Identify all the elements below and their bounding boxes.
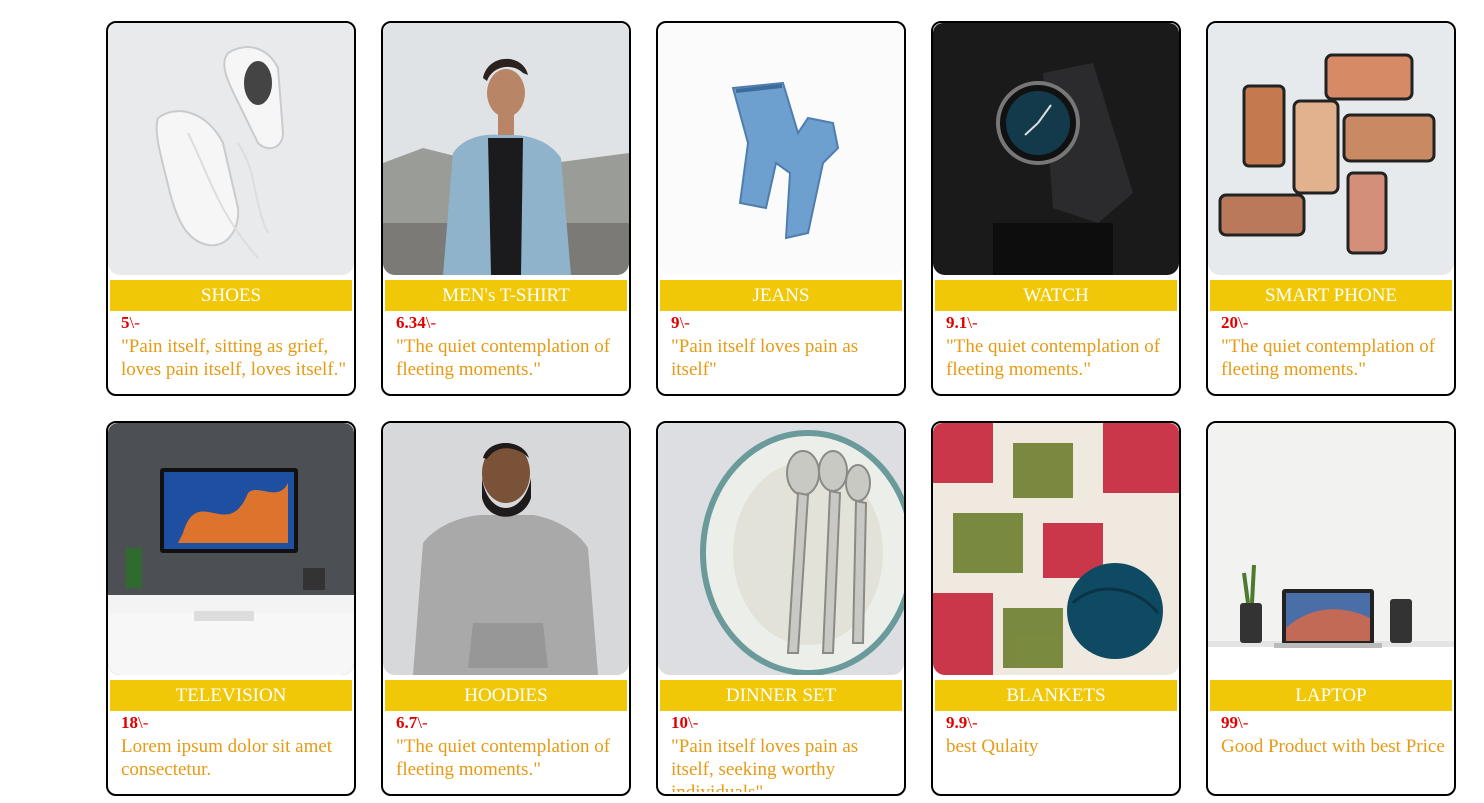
product-price: 18\- bbox=[121, 713, 148, 733]
product-grid: SHOES 5\- "Pain itself, sitting as grief… bbox=[106, 21, 1456, 796]
product-title: BLANKETS bbox=[935, 680, 1177, 711]
price-value: 20 bbox=[1221, 313, 1238, 332]
blue-jeans-photo[interactable] bbox=[658, 23, 904, 275]
product-card-watch[interactable]: WATCH 9.1\- "The quiet contemplation of … bbox=[931, 21, 1181, 396]
product-card-mens-tshirt[interactable]: MEN's T-SHIRT 6.34\- "The quiet contempl… bbox=[381, 21, 631, 396]
product-title: MEN's T-SHIRT bbox=[385, 280, 627, 311]
product-card-shoes[interactable]: SHOES 5\- "Pain itself, sitting as grief… bbox=[106, 21, 356, 396]
crochet-blanket-photo[interactable] bbox=[933, 423, 1179, 675]
man-denim-jacket-photo[interactable] bbox=[383, 23, 629, 275]
product-card-laptop[interactable]: LAPTOP 99\- Good Product with best Price bbox=[1206, 421, 1456, 796]
price-suffix: \- bbox=[1238, 713, 1249, 732]
price-value: 6.34 bbox=[396, 313, 426, 332]
product-price: 5\- bbox=[121, 313, 140, 333]
price-value: 6.7 bbox=[396, 713, 418, 732]
price-value: 18 bbox=[121, 713, 138, 732]
product-title: SMART PHONE bbox=[1210, 280, 1452, 311]
product-price: 20\- bbox=[1221, 313, 1248, 333]
product-title: SHOES bbox=[110, 280, 352, 311]
product-description: Lorem ipsum dolor sit amet consectetur. bbox=[121, 736, 333, 780]
price-value: 9.1 bbox=[946, 313, 968, 332]
silver-spoons-plate-photo[interactable] bbox=[658, 423, 904, 675]
product-title: LAPTOP bbox=[1210, 680, 1452, 711]
product-description: "The quiet contemplation of fleeting mom… bbox=[946, 336, 1161, 380]
price-suffix: \- bbox=[967, 713, 978, 732]
product-description: "Pain itself loves pain as itself" bbox=[671, 336, 859, 380]
smartphones-photo[interactable] bbox=[1208, 23, 1454, 275]
product-price: 9.1\- bbox=[946, 313, 978, 333]
product-price: 6.7\- bbox=[396, 713, 428, 733]
wrist-watch-photo[interactable] bbox=[933, 23, 1179, 275]
product-description: Good Product with best Price bbox=[1221, 736, 1445, 757]
product-description: "The quiet contemplation of fleeting mom… bbox=[1221, 336, 1436, 380]
white-sneakers-photo[interactable] bbox=[108, 23, 354, 275]
price-value: 10 bbox=[671, 713, 688, 732]
product-description: "The quiet contemplation of fleeting mom… bbox=[396, 336, 611, 380]
price-suffix: \- bbox=[967, 313, 978, 332]
product-price: 9\- bbox=[671, 313, 690, 333]
price-suffix: \- bbox=[417, 713, 428, 732]
product-card-jeans[interactable]: JEANS 9\- "Pain itself loves pain as its… bbox=[656, 21, 906, 396]
price-value: 99 bbox=[1221, 713, 1238, 732]
product-title: DINNER SET bbox=[660, 680, 902, 711]
product-card-television[interactable]: TELEVISION 18\- Lorem ipsum dolor sit am… bbox=[106, 421, 356, 796]
price-value: 9.9 bbox=[946, 713, 968, 732]
price-suffix: \- bbox=[688, 713, 699, 732]
product-description: "Pain itself, sitting as grief, loves pa… bbox=[121, 336, 347, 380]
product-description: "Pain itself loves pain as itself, seeki… bbox=[671, 736, 859, 792]
price-suffix: \- bbox=[679, 313, 690, 332]
product-card-blankets[interactable]: BLANKETS 9.9\- best Qulaity bbox=[931, 421, 1181, 796]
product-price: 9.9\- bbox=[946, 713, 978, 733]
product-card-smart-phone[interactable]: SMART PHONE 20\- "The quiet contemplatio… bbox=[1206, 21, 1456, 396]
product-price: 10\- bbox=[671, 713, 698, 733]
price-suffix: \- bbox=[425, 313, 437, 332]
price-suffix: \- bbox=[129, 313, 140, 332]
price-value: 9 bbox=[671, 313, 680, 332]
product-price: 6.34\- bbox=[396, 313, 436, 333]
product-title: HOODIES bbox=[385, 680, 627, 711]
product-title: WATCH bbox=[935, 280, 1177, 311]
price-suffix: \- bbox=[138, 713, 149, 732]
price-value: 5 bbox=[121, 313, 130, 332]
man-grey-hoodie-photo[interactable] bbox=[383, 423, 629, 675]
product-price: 99\- bbox=[1221, 713, 1248, 733]
product-card-dinner-set[interactable]: DINNER SET 10\- "Pain itself loves pain … bbox=[656, 421, 906, 796]
product-description: "The quiet contemplation of fleeting mom… bbox=[396, 736, 611, 780]
product-card-hoodies[interactable]: HOODIES 6.7\- "The quiet contemplation o… bbox=[381, 421, 631, 796]
product-description: best Qulaity bbox=[946, 736, 1039, 757]
desk-monitor-photo[interactable] bbox=[108, 423, 354, 675]
product-title: TELEVISION bbox=[110, 680, 352, 711]
laptop-desk-photo[interactable] bbox=[1208, 423, 1454, 675]
price-suffix: \- bbox=[1238, 313, 1249, 332]
product-title: JEANS bbox=[660, 280, 902, 311]
